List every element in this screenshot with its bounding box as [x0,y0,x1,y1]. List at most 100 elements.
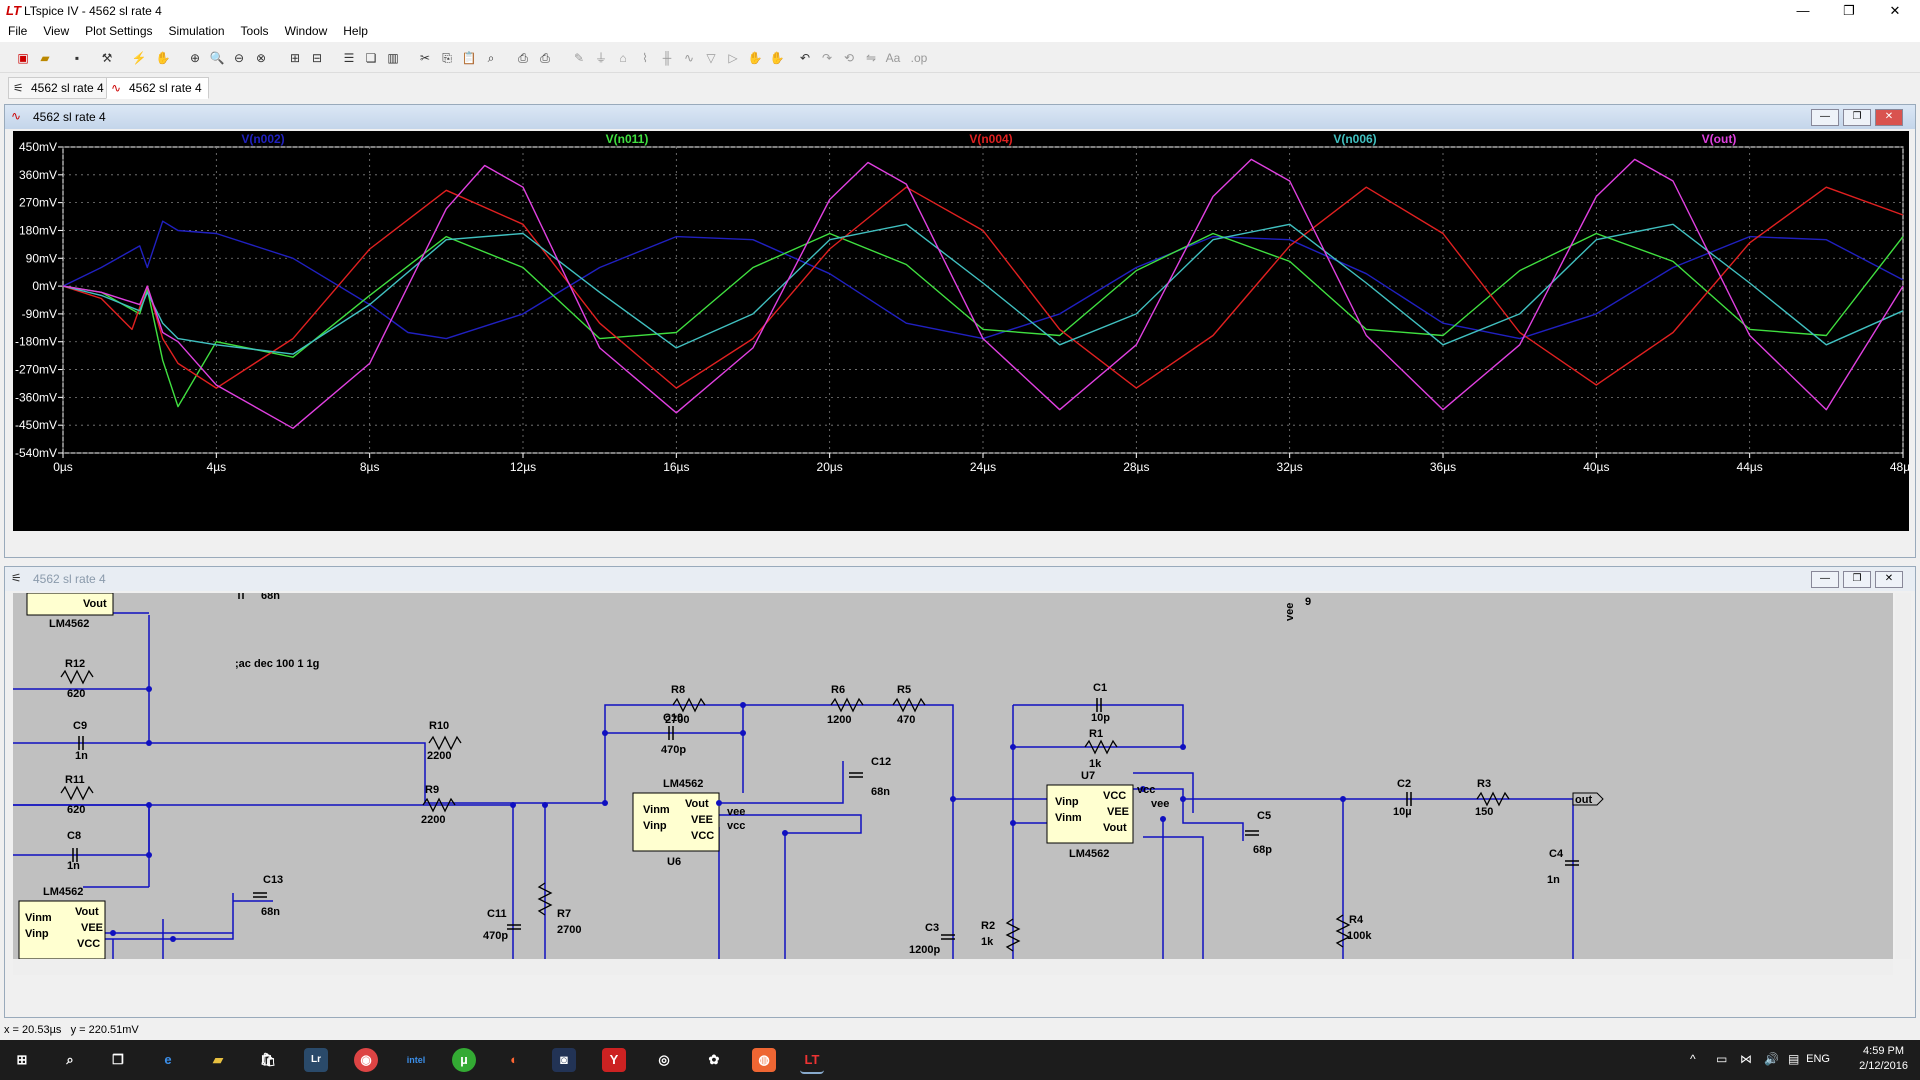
search-icon[interactable]: ⌕ [58,1048,82,1072]
tile-horizontal-icon[interactable]: ☰ [340,49,358,67]
notifications-icon[interactable]: ▤ [1788,1052,1799,1066]
resistor-icon[interactable]: ⌇ [636,49,654,67]
window-title: LTspice IV - 4562 sl rate 4 [24,4,162,18]
svg-text:C2: C2 [1397,778,1411,790]
spice-directive-icon[interactable]: .op [910,49,928,67]
volume-icon[interactable]: 🔊 [1764,1052,1779,1066]
language-indicator[interactable]: ENG [1806,1053,1830,1065]
zoom-area-icon[interactable]: 🔍 [208,49,226,67]
tab-schematic[interactable]: ⚟ 4562 sl rate 4 [8,77,111,99]
task-view-icon[interactable]: ❐ [106,1048,130,1072]
schematic-minimize-button[interactable]: — [1811,571,1839,588]
battery-icon[interactable]: ▭ [1716,1052,1727,1066]
inductor-icon[interactable]: ∿ [680,49,698,67]
opamp-u5[interactable]: Vinm Vinp Vout VEE VCC LM4562 U5 [18,886,106,959]
menu-view[interactable]: View [35,22,77,40]
autorange-icon[interactable]: ⊞ [286,49,304,67]
grid-icon[interactable]: ⊟ [308,49,326,67]
svg-text:C9: C9 [73,720,87,732]
new-schematic-icon[interactable]: ▣ [14,49,32,67]
restore-button[interactable]: ❐ [1826,0,1872,22]
menu-help[interactable]: Help [335,22,376,40]
halt-icon[interactable]: ✋ [154,49,172,67]
svg-text:Vout: Vout [83,598,107,610]
app-icon-3[interactable]: ◎ [652,1048,676,1072]
tray-overflow-icon[interactable]: ^ [1690,1052,1696,1066]
run-icon[interactable]: ⚡ [130,49,148,67]
schematic-restore-button[interactable]: ❐ [1843,571,1871,588]
plot-restore-button[interactable]: ❐ [1843,109,1871,126]
svg-text:Vinp: Vinp [25,928,49,940]
svg-text:C1: C1 [1093,682,1107,694]
app-icon-5[interactable]: ◍ [752,1048,776,1072]
label-net-icon[interactable]: ⌂ [614,49,632,67]
close-button[interactable]: ✕ [1872,0,1918,22]
app-icon-2[interactable]: ◙ [552,1048,576,1072]
rotate-icon[interactable]: ⟲ [840,49,858,67]
copy-icon[interactable]: ⎘ [438,49,456,67]
store-icon[interactable]: 🛍 [256,1048,280,1072]
wire-icon[interactable]: ✎ [570,49,588,67]
menu-file[interactable]: File [0,22,35,40]
capacitor-icon[interactable]: ╫ [658,49,676,67]
menu-simulation[interactable]: Simulation [161,22,233,40]
app-icon-1[interactable]: ◐ [502,1048,526,1072]
plot-close-button[interactable]: ✕ [1875,109,1903,126]
drag-icon[interactable]: ✋ [768,49,786,67]
save-icon[interactable]: ▪ [68,49,86,67]
yandex-icon[interactable]: Y [602,1048,626,1072]
schematic-horizontal-scrollbar[interactable] [13,959,1893,975]
print-setup-icon[interactable]: ⎙ [514,49,532,67]
svg-text:vee: vee [1284,603,1296,621]
zoom-fit-icon[interactable]: ⊗ [252,49,270,67]
opamp-u4[interactable]: Vout LM4562 [26,593,114,630]
cascade-icon[interactable]: ❏ [362,49,380,67]
control-panel-icon[interactable]: ⚒ [98,49,116,67]
chrome-icon[interactable]: ◉ [354,1048,378,1072]
x-tick-label: 8µs [360,460,380,474]
undo-icon[interactable]: ↶ [796,49,814,67]
tab-waveform[interactable]: ∿ 4562 sl rate 4 [106,77,209,99]
zoom-out-icon[interactable]: ⊖ [230,49,248,67]
print-icon[interactable]: ⎙ [536,49,554,67]
cut-icon[interactable]: ✂ [416,49,434,67]
schematic-vertical-scrollbar[interactable] [1895,593,1911,959]
y-tick-label: 180mV [19,223,57,237]
menu-window[interactable]: Window [277,22,336,40]
tile-vertical-icon[interactable]: ▥ [384,49,402,67]
menu-plot-settings[interactable]: Plot Settings [77,22,160,40]
waveform-chart[interactable]: 450mV 360mV 270mV 180mV 90mV 0mV -90mV -180mV -2… [13,131,1916,531]
move-icon[interactable]: ✋ [746,49,764,67]
schematic-canvas[interactable]: Vinm Vinp Vout VEE VCC LM4562 U6 Vinp Vi… [13,593,1893,959]
svg-text:C3: C3 [925,922,939,934]
app-icon-4[interactable]: ✿ [702,1048,726,1072]
svg-text:VEE: VEE [691,814,713,826]
waveform-plot[interactable]: 450mV 360mV 270mV 180mV 90mV 0mV -90mV -180mV -2… [13,131,1916,531]
redo-icon[interactable]: ↷ [818,49,836,67]
plot-minimize-button[interactable]: — [1811,109,1839,126]
file-explorer-icon[interactable]: ▰ [206,1048,230,1072]
mirror-icon[interactable]: ⇋ [862,49,880,67]
component-icon[interactable]: ▷ [724,49,742,67]
utorrent-icon[interactable]: µ [452,1048,476,1072]
diode-icon[interactable]: ▽ [702,49,720,67]
opamp-u6[interactable]: Vinm Vinp Vout VEE VCC LM4562 U6 [632,778,720,868]
out-net-label[interactable]: out [1572,792,1604,806]
lightroom-icon[interactable]: Lr [304,1048,328,1072]
minimize-button[interactable]: — [1780,0,1826,22]
ltspice-taskbar-icon[interactable]: LT [800,1048,824,1074]
opamp-u7[interactable]: Vinp Vinm VCC VEE Vout U7 LM4562 [1046,770,1134,860]
paste-icon[interactable]: 📋 [460,49,478,67]
menu-tools[interactable]: Tools [233,22,277,40]
ground-icon[interactable]: ⏚ [592,49,610,67]
zoom-in-icon[interactable]: ⊕ [186,49,204,67]
text-icon[interactable]: Aa [884,49,902,67]
clock[interactable]: 4:59 PM 2/12/2016 [1859,1044,1908,1074]
intel-icon[interactable]: intel [404,1048,428,1072]
schematic-close-button[interactable]: ✕ [1875,571,1903,588]
start-icon[interactable]: ⊞ [10,1048,34,1072]
network-icon[interactable]: ⋈ [1740,1052,1752,1066]
find-icon[interactable]: ⌕ [482,49,500,67]
open-icon[interactable]: ▰ [36,49,54,67]
edge-icon[interactable]: e [156,1048,180,1072]
